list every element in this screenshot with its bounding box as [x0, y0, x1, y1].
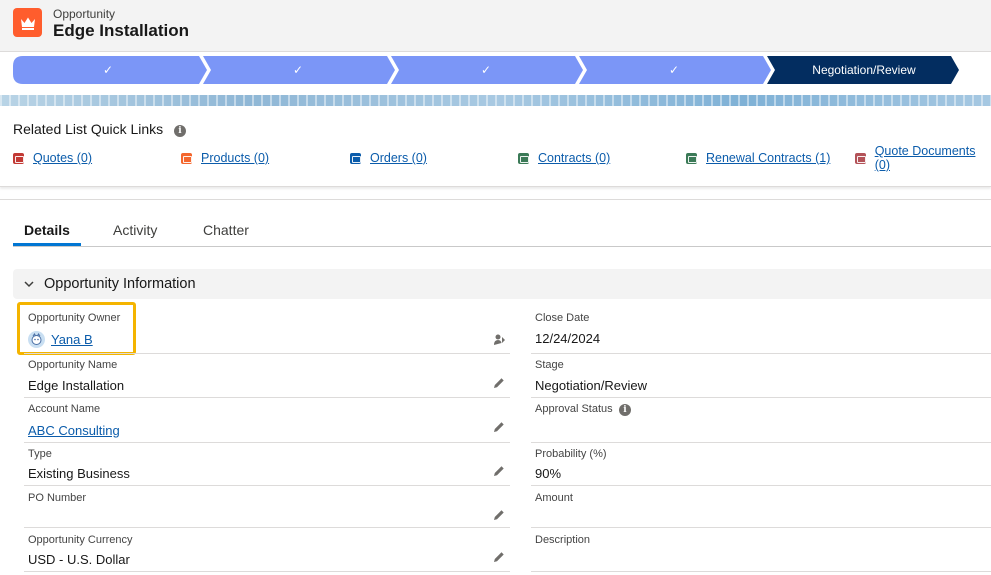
- header-banner: [0, 95, 991, 106]
- field-value: Existing Business: [28, 466, 130, 481]
- field-value: 12/24/2024: [535, 331, 601, 346]
- orders-icon: [350, 152, 361, 164]
- pencil-icon[interactable]: [493, 377, 505, 389]
- quick-link-orders-label[interactable]: Orders (0): [370, 151, 427, 165]
- quote-documents-icon: [855, 152, 866, 164]
- pencil-icon[interactable]: [493, 465, 505, 477]
- field-po-number: PO Number: [24, 492, 510, 534]
- field-label: Approval Status: [535, 403, 613, 415]
- step-check-1: ✓: [102, 63, 114, 77]
- quick-link-quotes-label[interactable]: Quotes (0): [33, 151, 92, 165]
- step-check-4: ✓: [668, 63, 680, 77]
- field-label: Type: [28, 448, 52, 460]
- tab-activity[interactable]: Activity: [113, 222, 157, 238]
- quick-link-renewal-contracts[interactable]: Renewal Contracts (1): [686, 150, 830, 166]
- divider: [0, 199, 991, 200]
- field-value: Edge Installation: [28, 378, 125, 393]
- field-label: Account Name: [28, 403, 101, 415]
- field-opportunity-name: Opportunity Name Edge Installation: [24, 359, 510, 401]
- record-title: Edge Installation: [53, 21, 190, 40]
- info-icon[interactable]: i: [174, 125, 186, 137]
- record-tabs: Details Activity Chatter: [13, 214, 991, 247]
- field-value: 90%: [535, 466, 562, 481]
- field-label: Opportunity Name: [28, 359, 118, 371]
- renewal-contracts-icon: [686, 152, 697, 164]
- active-tab-indicator: [13, 243, 81, 246]
- step-check-3: ✓: [480, 63, 492, 77]
- quotes-icon: [13, 152, 24, 164]
- stage-path: ✓ ✓ ✓ ✓ Negotiation/Review: [13, 56, 991, 84]
- field-label: Description: [535, 534, 591, 546]
- quick-link-quotes[interactable]: Quotes (0): [13, 150, 92, 166]
- field-description: Description: [531, 534, 991, 574]
- step-check-2: ✓: [292, 63, 304, 77]
- tab-details[interactable]: Details: [24, 222, 70, 238]
- crown-icon: [13, 8, 42, 37]
- field-opportunity-currency: Opportunity Currency USD - U.S. Dollar: [24, 534, 510, 574]
- quick-link-orders[interactable]: Orders (0): [350, 150, 427, 166]
- field-label: Stage: [535, 359, 564, 371]
- pencil-icon[interactable]: [493, 509, 505, 521]
- related-list-quick-links: Related List Quick Links i Quotes (0) Pr…: [0, 106, 991, 187]
- quick-links-title: Related List Quick Links: [13, 121, 164, 137]
- field-close-date: Close Date 12/24/2024: [531, 312, 991, 354]
- quick-link-renewal-contracts-label[interactable]: Renewal Contracts (1): [706, 151, 830, 165]
- products-icon: [181, 152, 192, 164]
- field-approval-status: Approval Status: [531, 403, 991, 445]
- field-value: Negotiation/Review: [535, 378, 648, 393]
- quick-link-quote-documents[interactable]: Quote Documents (0): [855, 144, 991, 172]
- quick-link-quote-documents-label[interactable]: Quote Documents (0): [875, 144, 991, 172]
- info-icon[interactable]: i: [619, 404, 631, 416]
- field-amount: Amount: [531, 492, 991, 534]
- contracts-icon: [518, 152, 529, 164]
- tab-chatter[interactable]: Chatter: [203, 222, 249, 238]
- pencil-icon[interactable]: [493, 551, 505, 563]
- quick-link-contracts-label[interactable]: Contracts (0): [538, 151, 610, 165]
- quick-link-products[interactable]: Products (0): [181, 150, 269, 166]
- field-label: Probability (%): [535, 448, 607, 460]
- field-opportunity-owner: Opportunity Owner Yana B: [24, 312, 510, 354]
- field-account-name: Account Name ABC Consulting: [24, 403, 510, 445]
- step-current-label: Negotiation/Review: [812, 63, 916, 77]
- section-opportunity-information[interactable]: Opportunity Information: [13, 269, 991, 299]
- quick-link-products-label[interactable]: Products (0): [201, 151, 269, 165]
- quick-link-contracts[interactable]: Contracts (0): [518, 150, 610, 166]
- account-link[interactable]: ABC Consulting: [28, 423, 120, 438]
- field-label: Opportunity Currency: [28, 534, 133, 546]
- object-label: Opportunity: [53, 7, 116, 21]
- section-title: Opportunity Information: [44, 276, 196, 292]
- field-label: Opportunity Owner: [28, 312, 121, 324]
- record-header: Opportunity Edge Installation: [0, 0, 991, 52]
- field-label: Close Date: [535, 312, 590, 324]
- pencil-icon[interactable]: [493, 421, 505, 433]
- field-label: Amount: [535, 492, 573, 504]
- change-owner-icon[interactable]: [493, 333, 506, 346]
- field-probability: Probability (%) 90%: [531, 448, 991, 490]
- chevron-down-icon: [24, 281, 34, 288]
- avatar: [28, 331, 45, 348]
- field-stage: Stage Negotiation/Review: [531, 359, 991, 401]
- owner-link[interactable]: Yana B: [51, 332, 93, 347]
- field-type: Type Existing Business: [24, 448, 510, 490]
- field-label: PO Number: [28, 492, 87, 504]
- field-value: USD - U.S. Dollar: [28, 552, 130, 567]
